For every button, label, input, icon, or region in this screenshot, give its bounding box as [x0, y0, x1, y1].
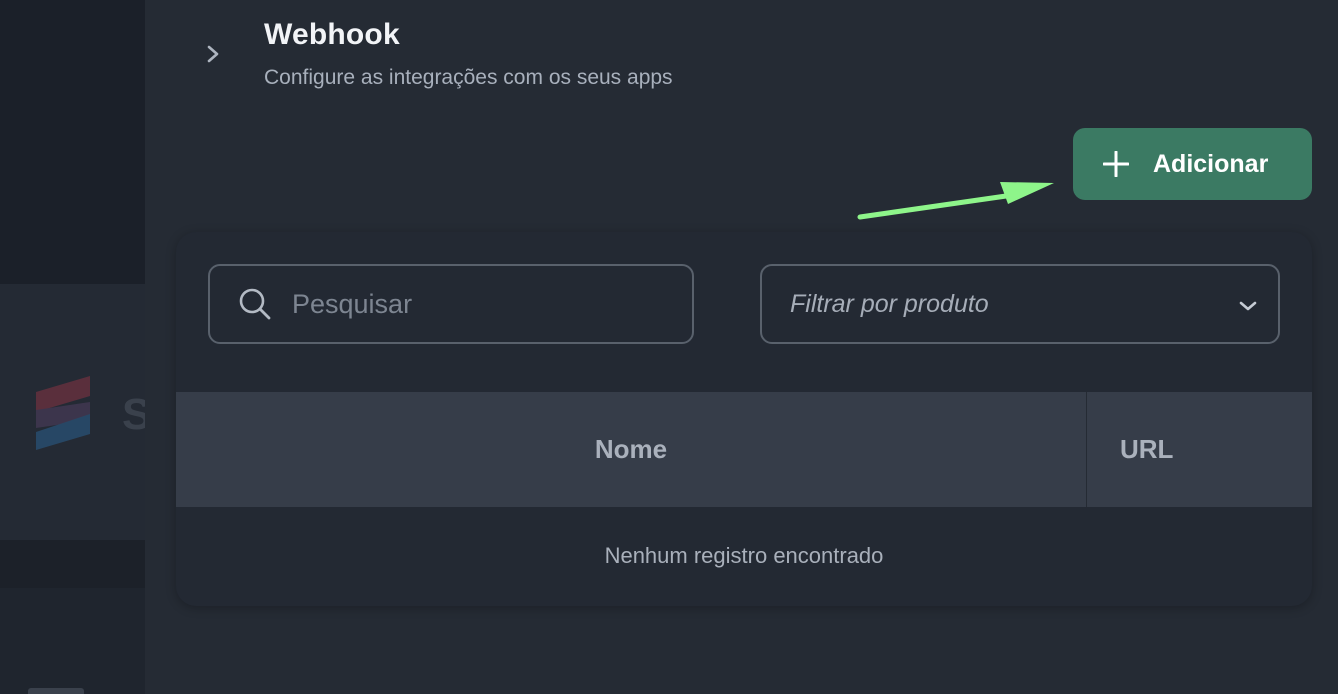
table-header: Nome URL [176, 392, 1312, 507]
background-top-band [0, 0, 145, 284]
search-icon [239, 288, 271, 320]
product-filter-select[interactable]: Filtrar por produto [760, 264, 1280, 344]
product-filter-label: Filtrar por produto [790, 289, 989, 318]
add-webhook-button[interactable]: Adicionar [1073, 128, 1312, 200]
chevron-down-icon [1239, 301, 1257, 311]
empty-state-message: Nenhum registro encontrado [604, 542, 884, 568]
brand-logo-icon [36, 376, 90, 450]
page: S Webhook Configure as integrações com o… [0, 0, 1338, 694]
page-subtitle: Configure as integrações com os seus app… [264, 66, 673, 89]
add-button-label: Adicionar [1153, 149, 1269, 178]
background-lower-band [0, 540, 145, 588]
collapse-chevron-button[interactable] [203, 42, 223, 66]
plus-icon [1103, 151, 1129, 177]
search-input[interactable] [292, 288, 672, 320]
search-field[interactable] [208, 264, 694, 344]
background-tab [28, 688, 84, 694]
column-header-url[interactable]: URL [1087, 392, 1312, 507]
column-header-nome[interactable]: Nome [176, 392, 1087, 507]
arrow-annotation-icon [857, 182, 1054, 220]
page-title: Webhook [264, 18, 400, 51]
chevron-right-icon [207, 45, 219, 63]
webhook-table-card: Filtrar por produto Nome URL Nenhum regi… [176, 232, 1312, 606]
